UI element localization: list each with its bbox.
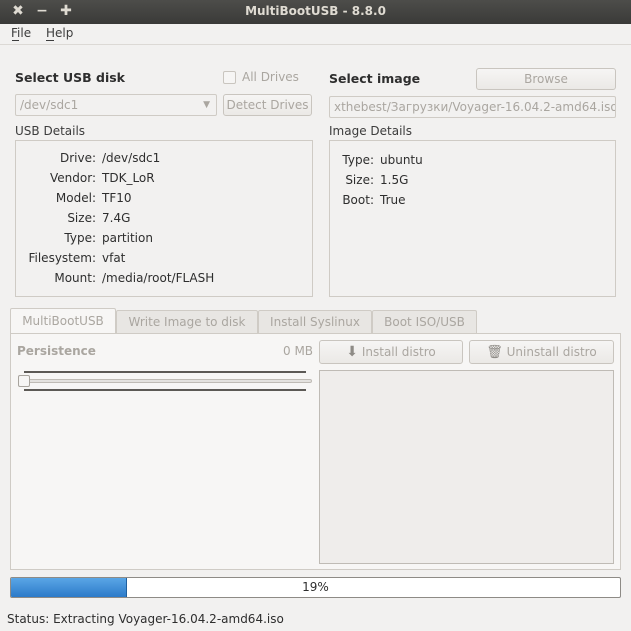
menu-divider <box>0 44 631 45</box>
image-detail-value: ubuntu <box>380 153 423 167</box>
tab-boot-iso-usb[interactable]: Boot ISO/USB <box>372 310 477 333</box>
image-detail-key: Boot: <box>342 193 374 207</box>
tab-write-image-to-disk[interactable]: Write Image to disk <box>116 310 258 333</box>
usb-detail-key: Type: <box>64 231 96 245</box>
usb-section-title: Select USB disk <box>15 70 125 85</box>
image-detail-value: 1.5G <box>380 173 409 187</box>
usb-detail-value: /dev/sdc1 <box>102 151 161 165</box>
image-detail-row: Type: ubuntu <box>330 153 423 167</box>
usb-detail-value: /media/root/FLASH <box>102 271 215 285</box>
usb-detail-value: vfat <box>102 251 126 265</box>
usb-details-title: USB Details <box>15 124 86 138</box>
slider-tick-top <box>24 371 306 373</box>
slider-tick-bottom <box>24 389 306 391</box>
usb-detail-key: Mount: <box>54 271 96 285</box>
browse-button[interactable]: Browse <box>476 68 616 90</box>
usb-detail-value: TDK_LoR <box>102 171 155 185</box>
usb-detail-key: Size: <box>67 211 96 225</box>
usb-detail-key: Filesystem: <box>28 251 96 265</box>
usb-detail-value: partition <box>102 231 153 245</box>
all-drives-label: All Drives <box>242 70 299 84</box>
install-distro-button[interactable]: ⬇ Install distro <box>319 340 463 364</box>
persistence-value: 0 MB <box>283 344 314 358</box>
image-detail-key: Type: <box>342 153 374 167</box>
usb-detail-row: Type: partition <box>16 231 153 245</box>
all-drives-checkbox[interactable] <box>223 71 236 84</box>
persistence-label: Persistence <box>17 344 96 358</box>
usb-details-panel: Drive: /dev/sdc1 Vendor: TDK_LoR Model: TF10 S… <box>15 140 313 297</box>
usb-detail-row: Filesystem: vfat <box>16 251 125 265</box>
image-detail-row: Size: 1.5G <box>330 173 408 187</box>
menu-bar: File Help <box>0 24 631 44</box>
multibootusb-tab-pane: Persistence 0 MB ⬇ Install distro 🗑 Unin… <box>10 333 621 570</box>
usb-detail-value: TF10 <box>102 191 132 205</box>
trash-icon: 🗑 <box>486 345 503 360</box>
menu-file-mnemonic <box>12 40 19 41</box>
uninstall-distro-button[interactable]: 🗑 Uninstall distro <box>469 340 614 364</box>
tab-install-syslinux[interactable]: Install Syslinux <box>258 310 372 333</box>
usb-detail-row: Mount: /media/root/FLASH <box>16 271 214 285</box>
persistence-slider-handle[interactable] <box>18 375 30 387</box>
usb-detail-value: 7.4G <box>102 211 131 225</box>
install-distro-label: Install distro <box>361 345 436 359</box>
image-detail-value: True <box>380 193 406 207</box>
chevron-down-icon: ▼ <box>203 100 210 110</box>
title-bar: ✖ − ✚ MultiBootUSB - 8.8.0 <box>0 0 631 24</box>
usb-detail-row: Drive: /dev/sdc1 <box>16 151 160 165</box>
image-section-title: Select image <box>329 71 421 86</box>
usb-detail-key: Drive: <box>59 151 96 165</box>
usb-detail-row: Model: TF10 <box>16 191 132 205</box>
distro-list[interactable] <box>319 370 614 564</box>
window-title: MultiBootUSB - 8.8.0 <box>245 4 386 18</box>
menu-help[interactable]: Help <box>46 26 73 40</box>
image-details-title: Image Details <box>329 124 412 138</box>
uninstall-distro-label: Uninstall distro <box>506 345 597 359</box>
download-icon: ⬇ <box>346 344 359 360</box>
tab-multibootusb[interactable]: MultiBootUSB <box>10 308 116 334</box>
usb-detail-row: Vendor: TDK_LoR <box>16 171 155 185</box>
image-path-input[interactable]: xthebest/Загрузки/Voyager-16.04.2-amd64.… <box>329 96 616 118</box>
progress-text: 19% <box>302 580 329 594</box>
image-details-panel: Type: ubuntu Size: 1.5G Boot: True <box>329 140 616 297</box>
usb-disk-select-value: /dev/sdc1 <box>20 98 79 112</box>
usb-detail-key: Vendor: <box>50 171 96 185</box>
image-detail-row: Boot: True <box>330 193 406 207</box>
usb-detail-row: Size: 7.4G <box>16 211 130 225</box>
usb-detail-key: Model: <box>55 191 96 205</box>
menu-file[interactable]: File <box>11 26 31 40</box>
menu-help-mnemonic <box>46 40 54 41</box>
progress-bar: 19% <box>10 577 621 598</box>
usb-disk-select[interactable]: /dev/sdc1 ▼ <box>15 94 217 116</box>
persistence-slider-track[interactable] <box>21 379 312 383</box>
detect-drives-button[interactable]: Detect Drives <box>223 94 312 116</box>
image-detail-key: Size: <box>345 173 374 187</box>
status-text: Status: Extracting Voyager-16.04.2-amd64… <box>7 612 284 626</box>
